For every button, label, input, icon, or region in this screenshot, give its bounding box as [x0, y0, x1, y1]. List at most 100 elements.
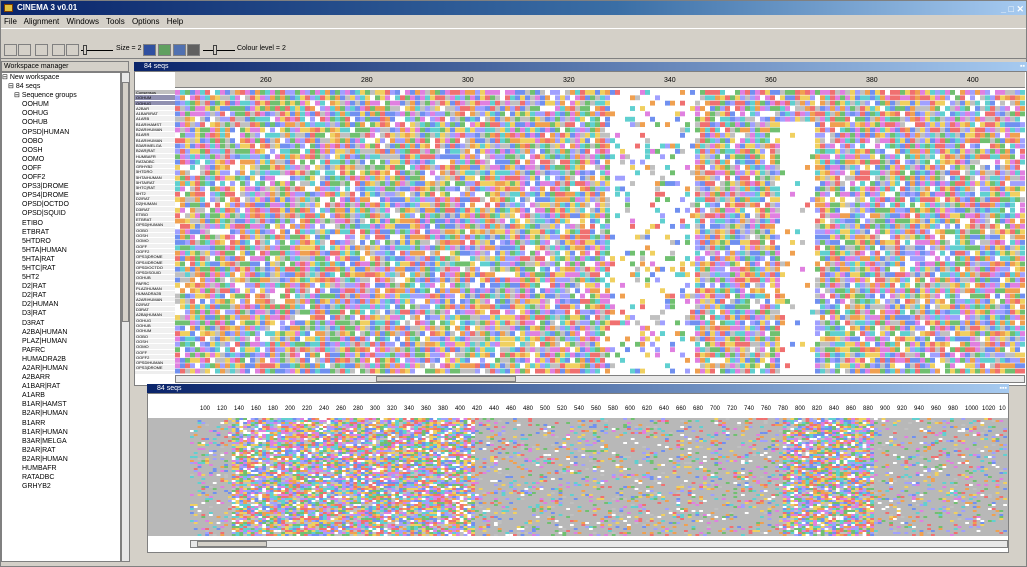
residue-cell[interactable] — [850, 250, 855, 256]
residue-cell[interactable] — [985, 132, 990, 138]
residue-cell[interactable] — [575, 154, 580, 160]
residue-cell[interactable] — [925, 111, 930, 117]
residue-cell[interactable] — [340, 218, 345, 224]
residue-cell[interactable] — [195, 100, 200, 106]
residue-cell[interactable] — [255, 159, 260, 165]
residue-cell[interactable] — [885, 181, 890, 186]
residue-cell[interactable] — [325, 90, 330, 95]
residue-cell[interactable] — [870, 111, 875, 117]
residue-cell[interactable] — [195, 95, 200, 101]
residue-cell[interactable] — [210, 159, 215, 165]
residue-cell[interactable] — [590, 116, 595, 122]
residue-cell[interactable] — [605, 122, 610, 128]
residue-cell[interactable] — [370, 154, 375, 160]
residue-cell[interactable] — [470, 100, 475, 106]
residue-cell[interactable] — [800, 240, 805, 245]
residue-cell[interactable] — [515, 218, 520, 224]
residue-cell[interactable] — [180, 256, 185, 261]
residue-cell[interactable] — [890, 111, 895, 117]
residue-cell[interactable] — [450, 256, 455, 261]
residue-cell[interactable] — [345, 207, 350, 213]
residue-cell[interactable] — [350, 106, 355, 111]
residue-cell[interactable] — [960, 256, 965, 261]
residue-cell[interactable] — [920, 143, 925, 149]
residue-cell[interactable] — [195, 229, 200, 235]
residue-cell[interactable] — [300, 181, 305, 186]
residue-cell[interactable] — [855, 240, 860, 245]
residue-cell[interactable] — [210, 181, 215, 186]
residue-cell[interactable] — [765, 191, 770, 197]
residue-cell[interactable] — [400, 181, 405, 186]
residue-cell[interactable] — [175, 154, 180, 160]
residue-cell[interactable] — [835, 100, 840, 106]
residue-cell[interactable] — [200, 170, 205, 176]
residue-cell[interactable] — [960, 100, 965, 106]
residue-cell[interactable] — [560, 154, 565, 160]
residue-cell[interactable] — [320, 277, 325, 283]
residue-cell[interactable] — [475, 111, 480, 117]
residue-cell[interactable] — [815, 223, 820, 229]
residue-cell[interactable] — [305, 272, 310, 278]
residue-cell[interactable] — [385, 100, 390, 106]
residue-cell[interactable] — [925, 159, 930, 165]
residue-cell[interactable] — [770, 256, 775, 261]
residue-cell[interactable] — [965, 132, 970, 138]
residue-cell[interactable] — [935, 175, 940, 181]
residue-cell[interactable] — [605, 207, 610, 213]
residue-cell[interactable] — [660, 143, 665, 149]
residue-cell[interactable] — [305, 106, 310, 111]
residue-cell[interactable] — [385, 234, 390, 240]
residue-cell[interactable] — [200, 218, 205, 224]
residue-cell[interactable] — [980, 165, 985, 170]
residue-cell[interactable] — [235, 111, 240, 117]
residue-cell[interactable] — [825, 272, 830, 278]
residue-cell[interactable] — [300, 175, 305, 181]
residue-cell[interactable] — [575, 159, 580, 165]
residue-cell[interactable] — [1020, 95, 1025, 101]
residue-cell[interactable] — [905, 143, 910, 149]
residue-cell[interactable] — [325, 138, 330, 144]
residue-cell[interactable] — [705, 122, 710, 128]
residue-cell[interactable] — [575, 170, 580, 176]
residue-cell[interactable] — [930, 100, 935, 106]
residue-cell[interactable] — [765, 143, 770, 149]
residue-cell[interactable] — [965, 207, 970, 213]
residue-cell[interactable] — [985, 250, 990, 256]
residue-cell[interactable] — [885, 266, 890, 272]
residue-cell[interactable] — [740, 159, 745, 165]
residue-cell[interactable] — [205, 213, 210, 219]
residue-cell[interactable] — [980, 229, 985, 235]
residue-cell[interactable] — [825, 165, 830, 170]
residue-cell[interactable] — [1000, 170, 1005, 176]
residue-cell[interactable] — [695, 234, 700, 240]
residue-cell[interactable] — [525, 234, 530, 240]
residue-cell[interactable] — [725, 191, 730, 197]
residue-cell[interactable] — [420, 148, 425, 154]
residue-cell[interactable] — [905, 223, 910, 229]
residue-cell[interactable] — [265, 138, 270, 144]
residue-cell[interactable] — [725, 218, 730, 224]
residue-cell[interactable] — [340, 159, 345, 165]
residue-cell[interactable] — [910, 95, 915, 101]
residue-cell[interactable] — [545, 154, 550, 160]
residue-cell[interactable] — [285, 148, 290, 154]
residue-cell[interactable] — [230, 127, 235, 133]
residue-cell[interactable] — [1015, 245, 1020, 251]
residue-cell[interactable] — [815, 90, 820, 95]
residue-cell[interactable] — [220, 154, 225, 160]
residue-cell[interactable] — [235, 245, 240, 251]
residue-cell[interactable] — [325, 148, 330, 154]
residue-cell[interactable] — [775, 207, 780, 213]
residue-cell[interactable] — [380, 272, 385, 278]
residue-cell[interactable] — [385, 240, 390, 245]
residue-cell[interactable] — [355, 159, 360, 165]
residue-cell[interactable] — [325, 229, 330, 235]
residue-cell[interactable] — [230, 266, 235, 272]
residue-cell[interactable] — [320, 213, 325, 219]
residue-cell[interactable] — [305, 223, 310, 229]
residue-cell[interactable] — [985, 191, 990, 197]
window-icon[interactable] — [35, 44, 48, 56]
residue-cell[interactable] — [180, 186, 185, 192]
residue-cell[interactable] — [850, 165, 855, 170]
residue-cell[interactable] — [240, 240, 245, 245]
